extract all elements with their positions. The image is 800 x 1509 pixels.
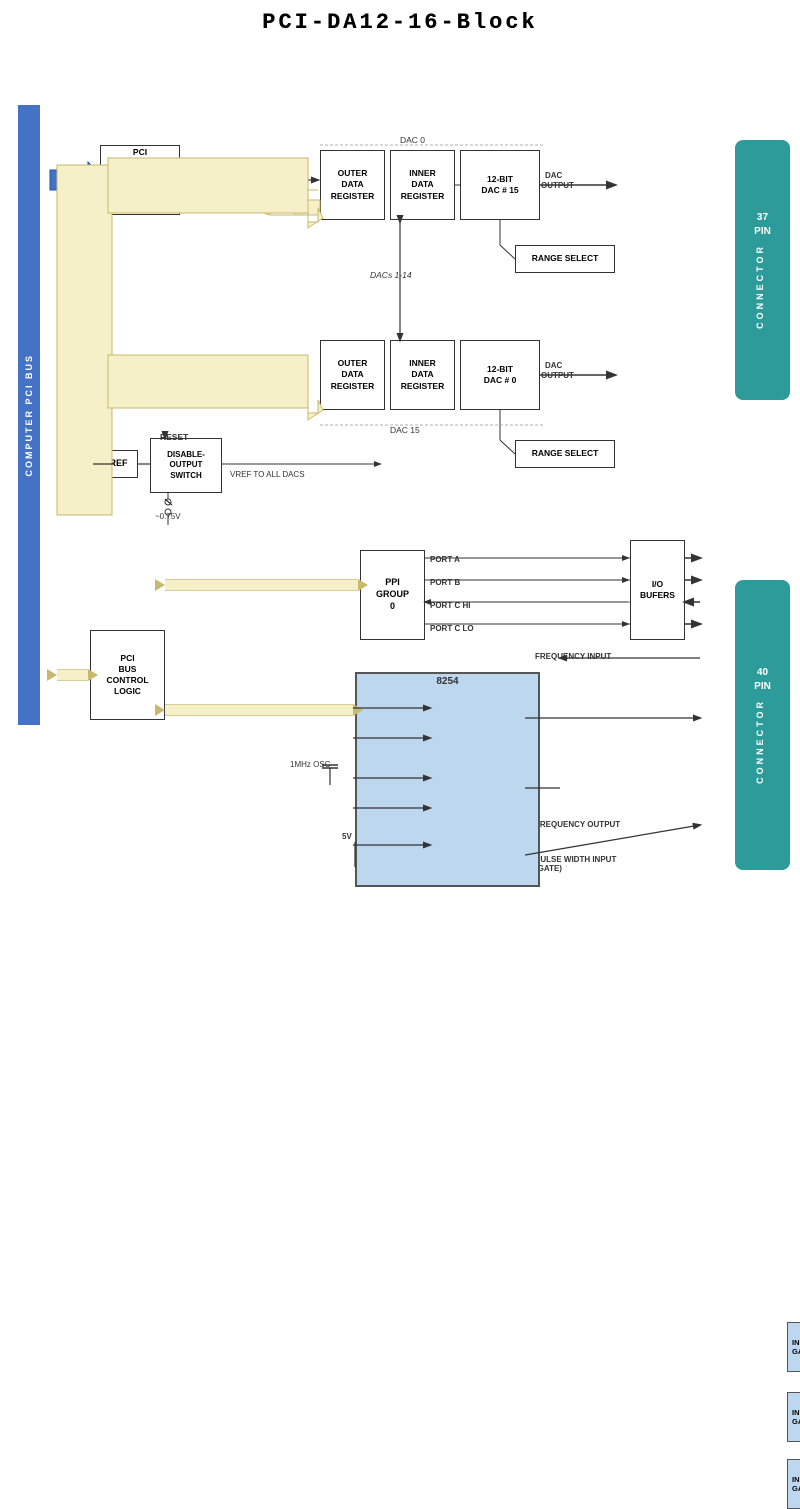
connector-40-label2: CONNECTOR (754, 699, 767, 784)
io-buffers-label: I/O BUFERS (640, 579, 675, 601)
ctr1-box: INPUT GATE OUT CTR1 (787, 1392, 800, 1442)
connector-37-label: PIN (754, 225, 771, 239)
outer-data-reg-0: OUTER DATA REGISTER (320, 150, 385, 220)
pci-address-box: PCI ADDRESS DECODE AND BUS INTERFACE (100, 145, 180, 215)
port-c-hi-label: PORT C HI (430, 601, 470, 610)
connector-37-label2: CONNECTOR (754, 244, 767, 329)
dacs-label: DACs 1-14 (370, 270, 412, 280)
outer-data-reg-0-label: OUTER DATA REGISTER (331, 168, 374, 201)
port-c-lo-label: PORT C LO (430, 624, 474, 633)
ctr2-input-label: INPUT (792, 1475, 800, 1484)
ctr1-gate-label: GATE (792, 1417, 800, 1426)
ctr0-input-label: INPUT (792, 1338, 800, 1347)
svg-text:DAC: DAC (545, 171, 563, 180)
dac-chip-bottom: 12-BIT DAC # 0 (460, 340, 540, 410)
pci-bus-bar: COMPUTER PCI BUS (18, 105, 40, 725)
outer-data-reg-15-label: OUTER DATA REGISTER (331, 358, 374, 391)
connector-37-pins: 37 (754, 211, 771, 225)
ctr0-box: INPUT GATE OUT CTR0 (787, 1322, 800, 1372)
vref-label: VREF (103, 458, 127, 470)
inner-data-reg-15-label: INNER DATA REGISTER (401, 358, 444, 391)
svg-text:OUTPUT: OUTPUT (541, 371, 574, 380)
dac-chip-top-label: 12-BIT DAC # 15 (481, 174, 518, 196)
freq-input-label: FREQUENCY INPUT (535, 652, 611, 661)
inner-data-reg-0-label: INNER DATA REGISTER (401, 168, 444, 201)
range-select-top-label: RANGE SELECT (532, 253, 599, 264)
page-title-main: PCI-DA12-16-Block (0, 10, 800, 35)
pci-address-label: PCI ADDRESS DECODE AND BUS INTERFACE (116, 147, 164, 213)
voltage-5v-label: 5V (342, 832, 352, 841)
range-select-bottom: RANGE SELECT (515, 440, 615, 468)
port-a-label: PORT A (430, 555, 460, 564)
pci-bus-label: COMPUTER PCI BUS (24, 354, 34, 477)
timer-8254-title: 8254 (357, 676, 538, 687)
freq-output-label: FREQUENCY OUTPUT (535, 820, 620, 829)
pci-control-label: PCI BUS CONTROL LOGIC (106, 653, 148, 697)
dac-chip-bottom-label: 12-BIT DAC # 0 (484, 364, 517, 386)
svg-text:OUTPUT: OUTPUT (541, 181, 574, 190)
reset-label: RESET (160, 432, 188, 442)
voltage-075-label: ~0.75V (155, 512, 181, 521)
voltage-12-label: +12VDC (73, 458, 103, 467)
ctr0-gate-label: GATE (792, 1347, 800, 1356)
dac0-label: DAC 0 (400, 135, 425, 145)
mhz-osc-label: 1MHz OSC (290, 760, 330, 769)
io-buffers-box: I/O BUFERS (630, 540, 685, 640)
svg-text:DAC: DAC (545, 361, 563, 370)
dac15-label: DAC 15 (390, 425, 420, 435)
outer-data-reg-15: OUTER DATA REGISTER (320, 340, 385, 410)
dac-chip-top: 12-BIT DAC # 15 (460, 150, 540, 220)
range-select-top: RANGE SELECT (515, 245, 615, 273)
pci-control-box: PCI BUS CONTROL LOGIC (90, 630, 165, 720)
inner-data-reg-0: INNER DATA REGISTER (390, 150, 455, 220)
ctr1-input-label: INPUT (792, 1408, 800, 1417)
ppi-group-label: PPI GROUP 0 (376, 577, 409, 612)
connector-37: 37 PIN CONNECTOR (735, 140, 790, 400)
pulse-width-label: PULSE WIDTH INPUT(GATE) (535, 855, 616, 873)
vref-to-all-label: VREF TO ALL DACS (230, 470, 305, 479)
update-dacs-label: UPDATE DACS (192, 175, 253, 185)
disable-switch-label: DISABLE- OUTPUT SWITCH (167, 450, 205, 481)
ppi-group-box: PPI GROUP 0 (360, 550, 425, 640)
port-b-label: PORT B (430, 578, 460, 587)
disable-switch-box: DISABLE- OUTPUT SWITCH (150, 438, 222, 493)
inner-data-reg-15: INNER DATA REGISTER (390, 340, 455, 410)
ctr2-box: INPUT GATE OUT CTR2 (787, 1459, 800, 1509)
ctr2-gate-label: GATE (792, 1484, 800, 1493)
connector-40-pins: 40 (754, 666, 771, 680)
connector-40: 40 PIN CONNECTOR (735, 580, 790, 870)
timer-8254-outer: 8254 INPUT GATE OUT CTR0 INPUT GATE OUT … (355, 672, 540, 887)
range-select-bottom-label: RANGE SELECT (532, 448, 599, 459)
connector-40-label: PIN (754, 680, 771, 694)
